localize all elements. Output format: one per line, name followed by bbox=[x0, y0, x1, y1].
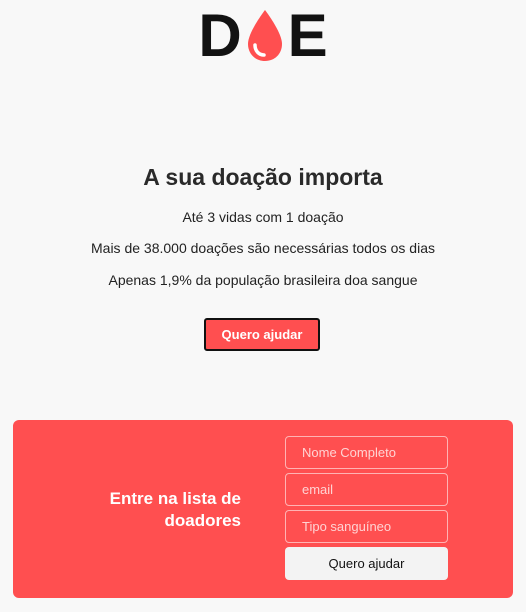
hero-line-population: Apenas 1,9% da população brasileira doa … bbox=[108, 272, 418, 288]
logo-letter-e: E bbox=[287, 2, 328, 69]
page-title: A sua doação importa bbox=[143, 164, 383, 190]
email-input[interactable] bbox=[285, 473, 448, 506]
hero-section: A sua doação importa Até 3 vidas com 1 d… bbox=[0, 160, 526, 290]
hero-line-donations-needed: Mais de 38.000 doações são necessárias t… bbox=[91, 240, 435, 256]
full-name-input[interactable] bbox=[285, 436, 448, 469]
logo: D E bbox=[0, 2, 526, 69]
logo-letter-d: D bbox=[198, 2, 242, 69]
signup-title-line1: Entre na lista de bbox=[109, 489, 241, 508]
donor-signup-panel: Entre na lista de doadores Quero ajudar bbox=[13, 420, 513, 598]
signup-title: Entre na lista de doadores bbox=[53, 488, 241, 532]
blood-drop-icon bbox=[244, 8, 286, 64]
help-button[interactable]: Quero ajudar bbox=[204, 318, 320, 351]
blood-type-input[interactable] bbox=[285, 510, 448, 543]
signup-title-line2: doadores bbox=[164, 511, 241, 530]
signup-submit-button[interactable]: Quero ajudar bbox=[285, 547, 448, 580]
hero-line-lives: Até 3 vidas com 1 doação bbox=[182, 209, 344, 225]
